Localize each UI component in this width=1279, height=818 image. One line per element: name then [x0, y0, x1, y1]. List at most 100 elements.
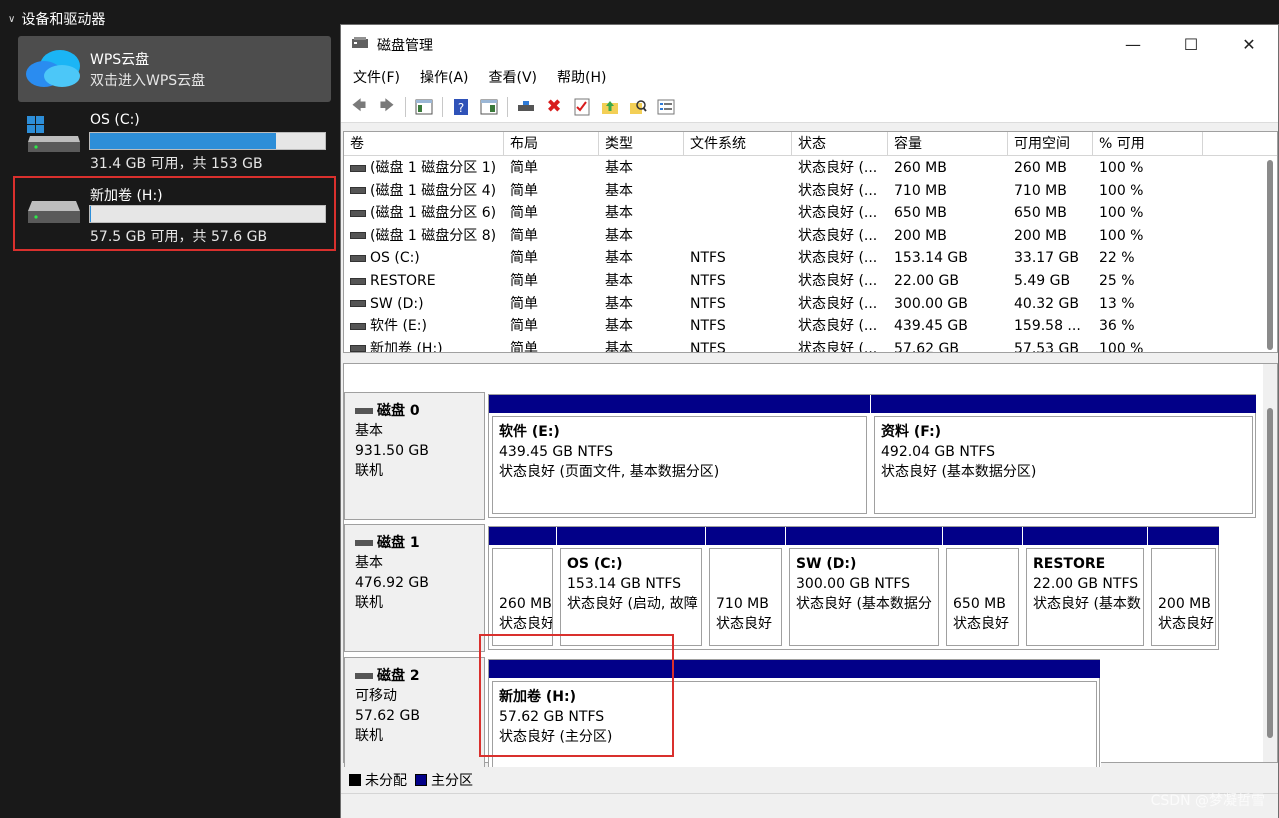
partition-header-bar: [489, 395, 870, 413]
maximize-button[interactable]: ☐: [1162, 25, 1220, 63]
checklist-icon[interactable]: [571, 96, 593, 118]
cell-fs: NTFS: [684, 293, 792, 316]
volume-row[interactable]: (磁盘 1 磁盘分区 6) 简单 基本 状态良好 (... 650 MB 650 MB 10…: [344, 202, 1277, 225]
folder-up-icon[interactable]: [599, 96, 621, 118]
connect-disk-icon[interactable]: [515, 96, 537, 118]
menu-bar: 文件(F) 操作(A) 查看(V) 帮助(H): [341, 63, 1278, 91]
cell-pct: 100 %: [1093, 202, 1203, 225]
unallocated-swatch: [349, 774, 361, 786]
disk-partition-map: 260 MB 状态良好 OS (C:) 153.14 GB NTFS 状态良好 (启动,…: [488, 526, 1220, 650]
disk-status: 联机: [355, 463, 383, 479]
cell-type: 基本: [599, 315, 684, 338]
properties-pane-icon[interactable]: [478, 96, 500, 118]
minimize-button[interactable]: —: [1104, 25, 1162, 63]
partition-block[interactable]: 650 MB 状态良好: [943, 527, 1023, 649]
partition-block[interactable]: 200 MB 状态良好: [1148, 527, 1220, 649]
cell-text: 260 MB: [1014, 160, 1067, 176]
disk-status: 联机: [355, 728, 383, 744]
col-free[interactable]: 可用空间: [1008, 132, 1093, 156]
back-arrow-icon[interactable]: 🡄: [348, 96, 370, 118]
partition-block[interactable]: 软件 (E:) 439.45 GB NTFS 状态良好 (页面文件, 基本数据分区): [489, 395, 871, 517]
close-button[interactable]: ✕: [1220, 25, 1278, 63]
volume-list-header: 卷 布局 类型 文件系统 状态 容量 可用空间 % 可用: [344, 132, 1277, 156]
cell-pct: 22 %: [1093, 247, 1203, 270]
cell-status: 状态良好 (...: [792, 202, 888, 225]
devices-section-header[interactable]: ∨ 设备和驱动器: [8, 9, 105, 29]
cell-vol: (磁盘 1 磁盘分区 8): [344, 225, 504, 248]
cell-text: 简单: [510, 295, 538, 312]
cell-text: 100 %: [1099, 205, 1144, 222]
cell-text: 基本: [605, 250, 633, 267]
col-status[interactable]: 状态: [792, 132, 888, 156]
volume-icon: [350, 322, 366, 330]
disk-size: 57.62 GB: [355, 708, 420, 724]
cell-text: 简单: [510, 340, 538, 353]
cell-pct: 100 %: [1093, 338, 1203, 353]
cell-free: 710 MB: [1008, 180, 1093, 203]
cell-text: NTFS: [690, 273, 726, 289]
cell-text: 57.53 GB: [1014, 340, 1079, 353]
volume-row[interactable]: 新加卷 (H:) 简单 基本 NTFS 状态良好 (... 57.62 GB 57.53 G…: [344, 338, 1277, 353]
list-view-icon[interactable]: [655, 96, 677, 118]
menu-action[interactable]: 操作(A): [420, 67, 469, 87]
partition-block[interactable]: 资料 (F:) 492.04 GB NTFS 状态良好 (基本数据分区): [871, 395, 1257, 517]
volume-row[interactable]: (磁盘 1 磁盘分区 1) 简单 基本 状态良好 (... 260 MB 260 MB 10…: [344, 157, 1277, 180]
col-percent-free[interactable]: % 可用: [1093, 132, 1203, 156]
col-capacity[interactable]: 容量: [888, 132, 1008, 156]
disk-label[interactable]: 磁盘 1 基本 476.92 GB 联机: [344, 524, 485, 652]
cell-text: 159.58 ...: [1014, 318, 1081, 335]
cell-fs: [684, 157, 792, 180]
volume-row[interactable]: (磁盘 1 磁盘分区 8) 简单 基本 状态良好 (... 200 MB 200 MB 10…: [344, 225, 1277, 248]
wps-cloud-sub: 双击进入WPS云盘: [90, 73, 206, 89]
pane-splitter[interactable]: [341, 355, 1278, 361]
partition-block[interactable]: SW (D:) 300.00 GB NTFS 状态良好 (基本数据分: [786, 527, 943, 649]
window-title: 磁盘管理: [377, 38, 433, 54]
partition-block[interactable]: 260 MB 状态良好: [489, 527, 557, 649]
graphical-pane-scrollbar[interactable]: [1263, 364, 1277, 762]
disk-label[interactable]: 磁盘 2 可移动 57.62 GB 联机: [344, 657, 485, 781]
delete-icon[interactable]: ✖: [543, 96, 565, 118]
search-folder-icon[interactable]: [627, 96, 649, 118]
partition-box: 650 MB 状态良好: [946, 548, 1019, 646]
menu-file[interactable]: 文件(F): [353, 67, 400, 87]
drive-c-usage-bar: [89, 132, 326, 150]
cell-text: NTFS: [690, 340, 726, 353]
partition-block[interactable]: OS (C:) 153.14 GB NTFS 状态良好 (启动, 故障: [557, 527, 706, 649]
partition-size: 153.14 GB NTFS: [567, 576, 682, 592]
forward-arrow-icon[interactable]: 🡆: [376, 96, 398, 118]
cell-fs: NTFS: [684, 270, 792, 293]
col-type[interactable]: 类型: [599, 132, 684, 156]
col-filesystem[interactable]: 文件系统: [684, 132, 792, 156]
volume-row[interactable]: SW (D:) 简单 基本 NTFS 状态良好 (... 300.00 GB 40.32 G…: [344, 293, 1277, 316]
volume-row[interactable]: RESTORE 简单 基本 NTFS 状态良好 (... 22.00 GB 5.49 GB 2…: [344, 270, 1277, 293]
drive-c-item[interactable]: OS (C:) 31.4 GB 可用，共 153 GB: [18, 108, 331, 174]
partition-title: SW (D:): [796, 556, 857, 572]
cell-text: 100 %: [1099, 340, 1144, 353]
cell-fs: [684, 180, 792, 203]
cell-text: 状态良好 (...: [798, 318, 878, 335]
console-tree-icon[interactable]: [413, 96, 435, 118]
cell-capacity: 650 MB: [888, 202, 1008, 225]
cell-status: 状态良好 (...: [792, 180, 888, 203]
cell-type: 基本: [599, 270, 684, 293]
cell-text: (磁盘 1 磁盘分区 1): [370, 160, 497, 176]
disk-name-text: 磁盘 2: [377, 668, 420, 684]
cell-pct: 25 %: [1093, 270, 1203, 293]
partition-block[interactable]: 710 MB 状态良好: [706, 527, 786, 649]
volume-row[interactable]: OS (C:) 简单 基本 NTFS 状态良好 (... 153.14 GB 33.17 G…: [344, 247, 1277, 270]
col-volume[interactable]: 卷: [344, 132, 504, 156]
cell-text: OS (C:): [370, 250, 420, 267]
volume-list-scrollbar[interactable]: [1263, 156, 1277, 352]
help-icon[interactable]: ?: [450, 96, 472, 118]
cell-capacity: 710 MB: [888, 180, 1008, 203]
volume-row[interactable]: (磁盘 1 磁盘分区 4) 简单 基本 状态良好 (... 710 MB 710 MB 10…: [344, 180, 1277, 203]
cell-status: 状态良好 (...: [792, 315, 888, 338]
wps-cloud-item[interactable]: WPS云盘 双击进入WPS云盘: [18, 36, 331, 102]
volume-row[interactable]: 软件 (E:) 简单 基本 NTFS 状态良好 (... 439.45 GB 159.58 …: [344, 315, 1277, 338]
menu-help[interactable]: 帮助(H): [557, 67, 606, 87]
disk-label[interactable]: 磁盘 0 基本 931.50 GB 联机: [344, 392, 485, 520]
partition-block[interactable]: RESTORE 22.00 GB NTFS 状态良好 (基本数: [1023, 527, 1148, 649]
menu-view[interactable]: 查看(V): [489, 67, 538, 87]
col-layout[interactable]: 布局: [504, 132, 599, 156]
cell-text: 状态良好 (...: [798, 295, 878, 312]
